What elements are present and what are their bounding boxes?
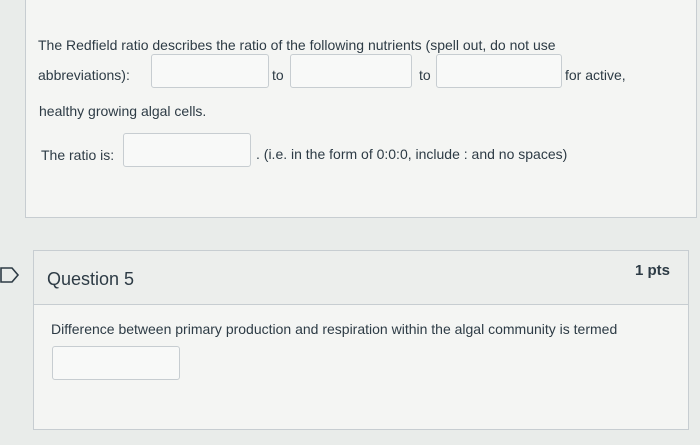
to-label-1: to bbox=[272, 67, 284, 83]
nutrient-1-input[interactable] bbox=[151, 54, 269, 88]
to-label-2: to bbox=[419, 67, 431, 83]
question-5-answer-input[interactable] bbox=[52, 346, 180, 380]
question-5-title: Question 5 bbox=[47, 269, 135, 289]
question-5-card: Question 5 1 pts Difference between prim… bbox=[33, 250, 689, 430]
question-5-header: Question 5 1 pts bbox=[34, 251, 688, 305]
question-5-points: 1 pts bbox=[634, 262, 670, 279]
nutrient-2-input[interactable] bbox=[290, 54, 412, 88]
question-4-intro-text: The Redfield ratio describes the ratio o… bbox=[38, 37, 556, 53]
for-active-label: for active, bbox=[565, 67, 626, 83]
ratio-label: The ratio is: bbox=[41, 147, 115, 163]
healthy-cells-text: healthy growing algal cells. bbox=[39, 103, 207, 119]
abbreviations-label: abbreviations): bbox=[38, 67, 130, 83]
question-4-card: The Redfield ratio describes the ratio o… bbox=[25, 0, 697, 218]
ratio-input[interactable] bbox=[123, 133, 251, 167]
question-5-prompt: Difference between primary production an… bbox=[51, 321, 618, 337]
ratio-hint-text: . (i.e. in the form of 0:0:0, include : … bbox=[256, 146, 568, 162]
nutrient-3-input[interactable] bbox=[436, 54, 562, 88]
flag-question-icon[interactable] bbox=[0, 265, 20, 285]
